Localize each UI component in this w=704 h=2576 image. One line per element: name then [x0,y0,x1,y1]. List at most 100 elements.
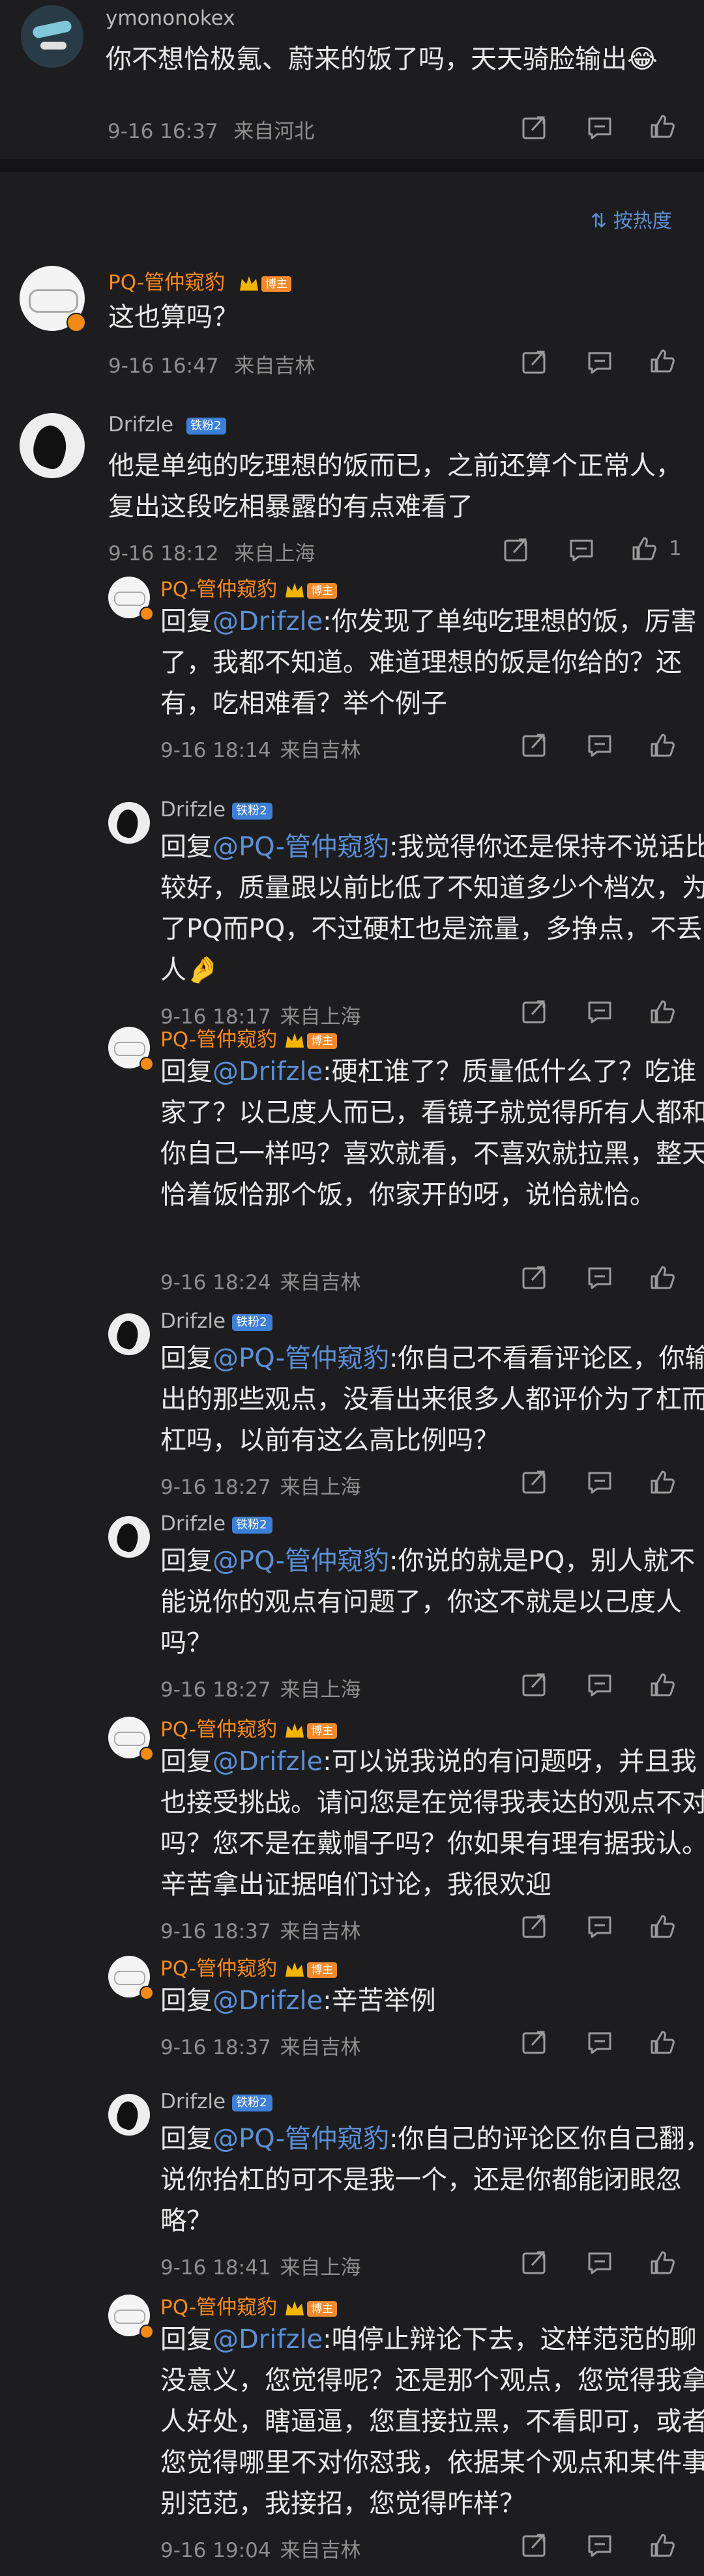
verified-icon [139,607,154,621]
comment-location: 来自吉林 [234,354,315,378]
reply-username[interactable]: PQ-管仲窥豹 [160,1718,277,1741]
owner-badge: 博主 [284,580,338,601]
crown-icon [284,2298,306,2319]
comment-icon[interactable] [567,536,596,564]
reply-time: 9-16 18:41 [160,2256,271,2280]
comment-icon[interactable] [585,348,614,377]
avatar[interactable] [108,1516,150,1558]
like-icon[interactable] [648,1263,677,1292]
reply-meta: 9-16 18:27 来自上海 [160,1470,361,1500]
reply-text: 回复@PQ-管仲窥豹:你自己不看看评论区，你输出的那些观点，没看出来很多人都评价… [160,1343,704,1455]
reply-username[interactable]: Drifzle [160,1512,226,1536]
share-icon[interactable] [520,2028,549,2057]
reply-time: 9-16 18:37 [160,2036,271,2059]
mention-link[interactable]: @PQ-管仲窥豹 [213,1546,389,1576]
comment-icon[interactable] [585,2028,614,2057]
reply-username[interactable]: Drifzle [160,798,226,822]
reply-header: Drifzle 铁粉2 [160,1309,272,1333]
like-icon[interactable] [648,2248,677,2277]
mention-link[interactable]: @Drifzle [213,607,323,637]
sort-button[interactable]: ⇅ 按热度 [591,205,672,233]
reply-header: Drifzle 铁粉2 [160,798,272,822]
comment-icon[interactable] [585,2248,614,2277]
reply-location: 来自上海 [280,2256,361,2280]
comment-icon[interactable] [585,113,614,142]
like-icon[interactable] [648,347,677,375]
reply-header: PQ-管仲窥豹 博主 [160,1952,338,1981]
share-icon[interactable] [520,1670,549,1699]
comment-icon[interactable] [585,1912,614,1941]
mention-link[interactable]: @PQ-管仲窥豹 [213,832,389,862]
share-icon[interactable] [520,997,549,1026]
avatar[interactable] [108,802,150,844]
share-icon[interactable] [520,1912,549,1941]
avatar[interactable] [20,413,85,478]
share-icon[interactable] [520,1468,549,1496]
like-icon[interactable] [648,112,677,141]
fans-badge: 铁粉2 [186,417,227,435]
like-icon[interactable] [648,1670,677,1699]
owner-badge: 博主 [238,274,292,294]
avatar[interactable] [108,2094,150,2136]
owner-tag: 博主 [307,1033,338,1049]
comment-icon[interactable] [585,997,614,1026]
avatar[interactable] [21,5,83,68]
mention-link[interactable]: @Drifzle [213,1986,323,2016]
share-icon[interactable] [520,113,549,142]
sort-label: 按热度 [613,210,672,233]
share-icon[interactable] [502,536,531,564]
comment-username[interactable]: ymononokex [106,7,235,30]
comment-username[interactable]: Drifzle [108,413,173,436]
owner-badge: 博主 [284,1721,338,1741]
mention-link[interactable]: @Drifzle [213,1747,323,1777]
owner-tag: 博主 [307,582,338,599]
reply-username[interactable]: PQ-管仲窥豹 [160,1957,277,1981]
mention-link[interactable]: @PQ-管仲窥豹 [213,1343,389,1373]
reply-meta: 9-16 18:37 来自吉林 [160,1915,361,1944]
mention-link[interactable]: @PQ-管仲窥豹 [213,2124,389,2154]
share-icon[interactable] [520,348,549,377]
like-icon[interactable] [648,997,677,1026]
crown-icon [238,274,260,294]
reply-location: 来自上海 [280,1678,361,1702]
comment-icon[interactable] [585,2531,614,2560]
sort-icon: ⇅ [591,210,608,233]
reply-location: 来自吉林 [280,1271,361,1295]
crown-icon [284,1721,306,1741]
reply-location: 来自吉林 [280,739,361,762]
reply-meta: 9-16 18:37 来自吉林 [160,2031,361,2060]
reply-username[interactable]: PQ-管仲窥豹 [160,2296,277,2319]
reply-username[interactable]: PQ-管仲窥豹 [160,1028,277,1052]
reply-header: PQ-管仲窥豹 博主 [160,1713,338,1742]
reply-time: 9-16 18:27 [160,1476,271,1499]
like-icon[interactable] [648,2028,677,2057]
comment-meta: 9-16 16:37 来自河北 [108,115,314,144]
comment-location: 来自上海 [234,542,315,565]
like-icon[interactable] [648,1468,677,1496]
comment-username[interactable]: PQ-管仲窥豹 [108,271,225,294]
comment-icon[interactable] [585,731,614,760]
like-icon[interactable] [630,534,658,563]
avatar[interactable] [108,1313,150,1355]
like-icon[interactable] [648,731,677,760]
share-icon[interactable] [520,2531,549,2560]
reply-username[interactable]: Drifzle [160,1309,226,1333]
like-icon[interactable] [648,1912,677,1941]
share-icon[interactable] [520,1263,549,1292]
share-icon[interactable] [520,731,549,760]
reply-meta: 9-16 19:04 来自吉林 [160,2534,361,2563]
like-icon[interactable] [648,2531,677,2560]
fans-badge: 铁粉2 [232,2094,272,2111]
reply-username[interactable]: Drifzle [160,2090,226,2113]
comment-icon[interactable] [585,1670,614,1699]
comment-icon[interactable] [585,1263,614,1292]
comment-meta: 9-16 18:12 来自上海 [108,537,315,566]
comment-icon[interactable] [585,1468,614,1496]
share-icon[interactable] [520,2248,549,2277]
comment-header: PQ-管仲窥豹 博主 [108,266,292,295]
reply-meta: 9-16 18:14 来自吉林 [160,734,361,763]
mention-link[interactable]: @Drifzle [213,1057,323,1087]
mention-link[interactable]: @Drifzle [213,2325,323,2354]
reply-username[interactable]: PQ-管仲窥豹 [160,578,277,601]
comment-header: Drifzle 铁粉2 [108,413,227,436]
